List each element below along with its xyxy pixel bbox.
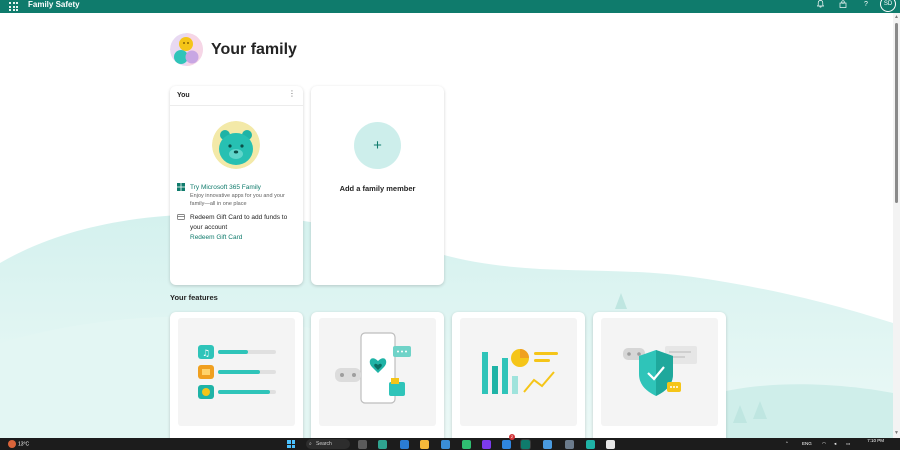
- activity-illustration: [460, 318, 577, 426]
- scroll-up-icon[interactable]: ▲: [894, 15, 899, 20]
- feature-card-safety[interactable]: [593, 312, 726, 438]
- scroll-down-icon[interactable]: ▼: [894, 431, 899, 436]
- gift-card-text: Redeem Gift Card to add funds to your ac…: [190, 214, 288, 231]
- scrollbar-thumb[interactable]: [895, 23, 898, 203]
- app-title[interactable]: Family Safety: [28, 0, 80, 9]
- store-icon[interactable]: [441, 440, 450, 449]
- bell-icon[interactable]: [815, 0, 825, 9]
- app-icon-purple[interactable]: [482, 440, 491, 449]
- vertical-scrollbar[interactable]: ▲ ▼: [893, 13, 900, 438]
- screen-time-illustration: ♫: [178, 318, 295, 426]
- family-avatar: [170, 33, 203, 66]
- account-avatar[interactable]: SD: [880, 0, 896, 12]
- weather-icon: [8, 440, 16, 448]
- notification-badge: 2: [509, 434, 515, 440]
- wifi-icon[interactable]: ◠: [822, 438, 826, 450]
- you-card-header: You ⋮: [170, 86, 303, 106]
- safety-illustration: [601, 318, 718, 426]
- add-member-button[interactable]: +: [354, 122, 401, 169]
- feature-card-activity[interactable]: [452, 312, 585, 438]
- search-icon: ⌕: [309, 441, 312, 447]
- system-clock[interactable]: 7:10 PM: [867, 438, 884, 444]
- page-title: Your family: [211, 41, 297, 58]
- try-m365-link[interactable]: Try Microsoft 365 Family: [190, 183, 300, 192]
- feature-card-content-filters[interactable]: [311, 312, 444, 438]
- browser-icon[interactable]: [400, 440, 409, 449]
- svg-text:♫: ♫: [202, 349, 210, 359]
- tray-chevron-icon[interactable]: ⌃: [785, 438, 789, 450]
- app-icon-light[interactable]: [606, 440, 615, 449]
- rewards-icon[interactable]: [838, 0, 848, 9]
- you-card-label: You: [177, 92, 190, 99]
- edge-icon[interactable]: [378, 440, 387, 449]
- add-member-label: Add a family member: [339, 184, 416, 193]
- language-indicator[interactable]: ENG: [802, 438, 812, 450]
- content-filters-illustration: [319, 318, 436, 426]
- app-icon-sky[interactable]: [543, 440, 552, 449]
- redeem-gift-card-link[interactable]: Redeem Gift Card: [190, 233, 300, 242]
- feature-card-screen-time[interactable]: ♫: [170, 312, 303, 438]
- top-header-bar: Family Safety ? SD: [0, 0, 900, 13]
- taskbar-search[interactable]: ⌕ Search: [306, 439, 350, 449]
- microsoft-logo-icon: [177, 183, 185, 191]
- app-icon-teal[interactable]: [586, 440, 595, 449]
- gift-card-icon: [177, 214, 185, 220]
- taskbar: 13°C ⌕ Search 2 ⌃ ENG ◠ ◂ ▭ 7:10 PM: [0, 434, 900, 450]
- you-card: You ⋮ Try Microsoft 365 Family Enjoy inn…: [170, 86, 303, 285]
- weather-widget[interactable]: 13°C: [8, 440, 29, 448]
- start-button[interactable]: [287, 440, 295, 448]
- waffle-icon[interactable]: [9, 2, 18, 11]
- main-content: Your family You ⋮ Try Microsoft 365 Fami…: [0, 13, 893, 438]
- m365-description: Enjoy innovative apps for you and your f…: [190, 193, 285, 207]
- background-hills: [0, 214, 893, 438]
- weather-temp: 13°C: [18, 441, 30, 448]
- more-options-icon[interactable]: ⋮: [288, 89, 296, 99]
- clock-time: 7:10 PM: [867, 438, 884, 443]
- file-explorer-icon[interactable]: [420, 440, 429, 449]
- help-icon[interactable]: ?: [861, 0, 871, 9]
- app-icon-green[interactable]: [462, 440, 471, 449]
- add-member-card[interactable]: + Add a family member: [311, 86, 444, 285]
- battery-icon[interactable]: ▭: [846, 438, 850, 450]
- volume-icon[interactable]: ◂: [834, 438, 836, 450]
- task-view-icon[interactable]: [358, 440, 367, 449]
- taskbar-search-label: Search: [316, 441, 332, 447]
- features-title: Your features: [170, 293, 218, 302]
- settings-icon[interactable]: [565, 440, 574, 449]
- family-safety-taskbar-icon[interactable]: [521, 440, 530, 449]
- app-icon-blue[interactable]: [502, 440, 511, 449]
- you-avatar: [212, 121, 260, 169]
